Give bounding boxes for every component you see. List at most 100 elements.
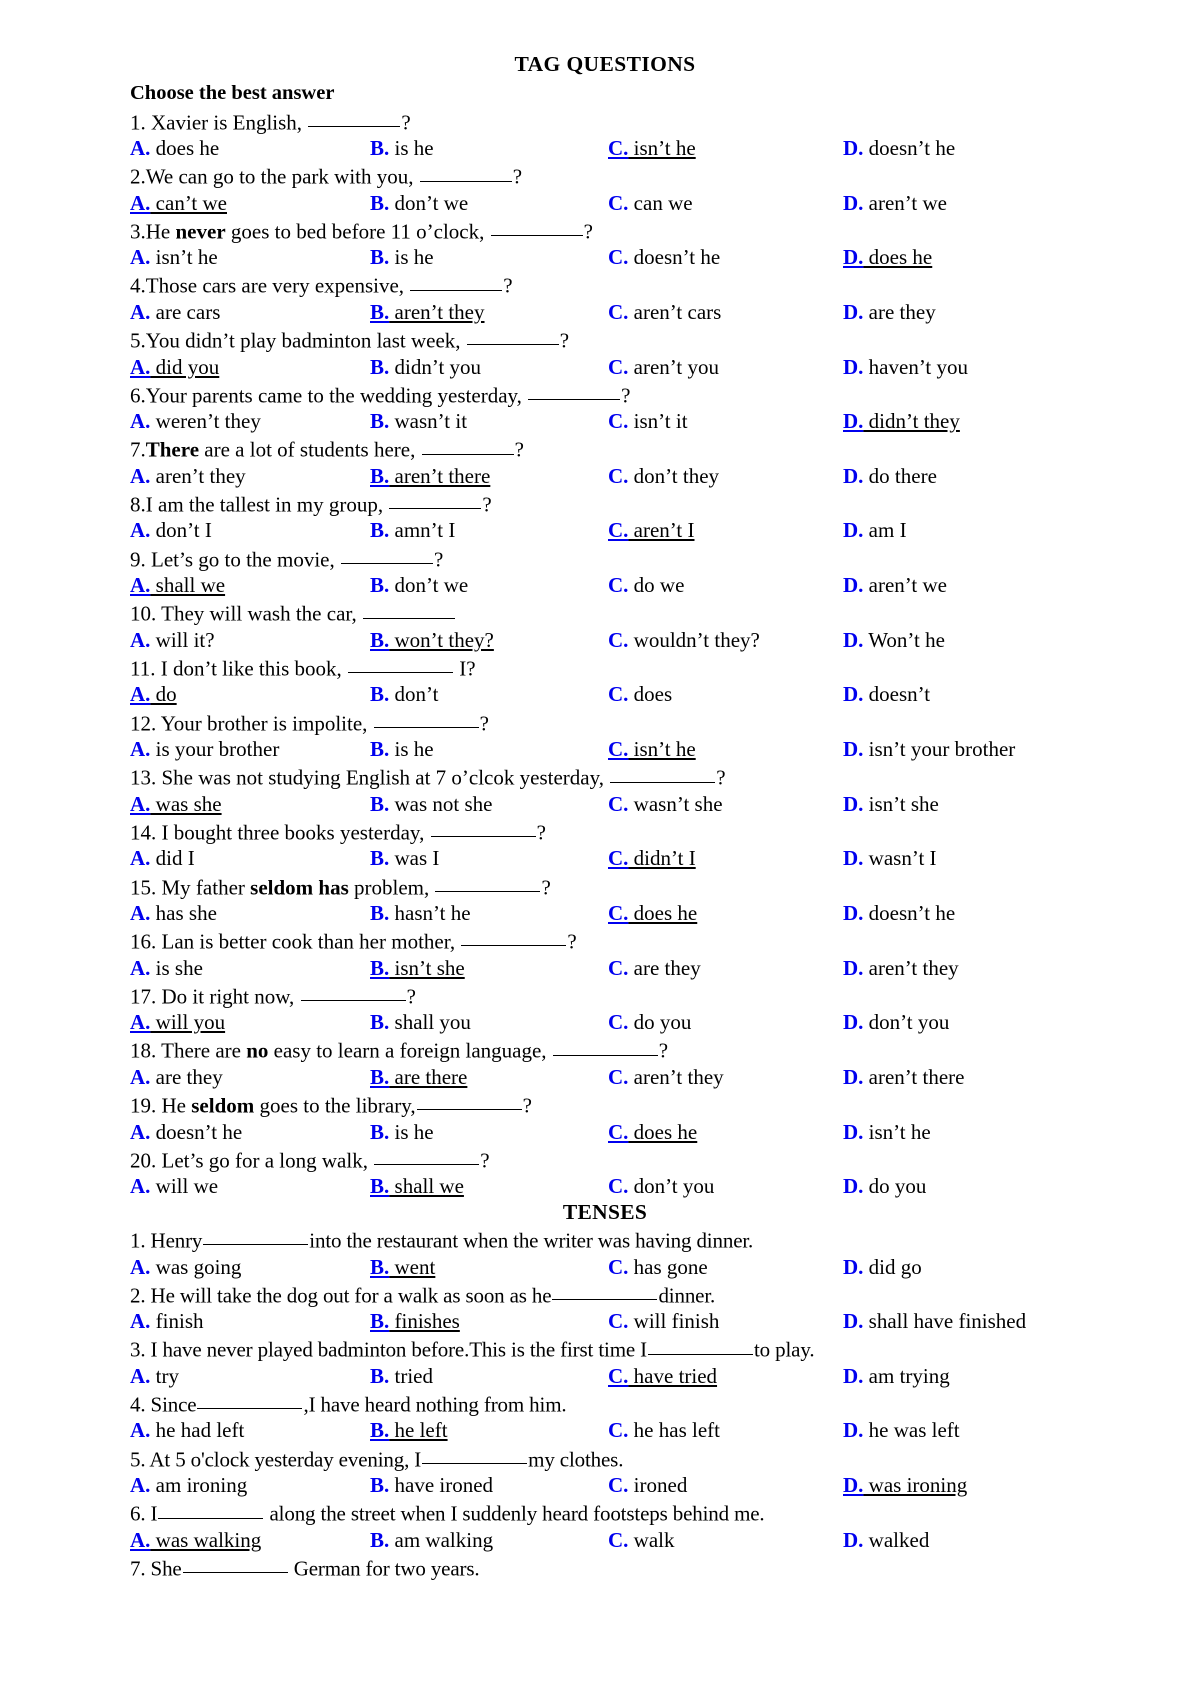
- option-d[interactable]: D. he was left: [843, 1417, 960, 1443]
- option-c[interactable]: C. ironed: [608, 1472, 687, 1498]
- option-c[interactable]: C. walk: [608, 1527, 675, 1553]
- option-b[interactable]: B. wasn’t it: [370, 408, 467, 434]
- option-b[interactable]: B. he left: [370, 1417, 448, 1443]
- option-b[interactable]: B. shall we: [370, 1173, 464, 1199]
- option-a[interactable]: A. does he: [130, 135, 219, 161]
- answer-blank[interactable]: [416, 1090, 522, 1111]
- option-b[interactable]: B. was not she: [370, 791, 493, 817]
- option-c[interactable]: C. do you: [608, 1009, 691, 1035]
- answer-blank[interactable]: [300, 981, 406, 1002]
- option-d[interactable]: D. does he: [843, 244, 932, 270]
- option-a[interactable]: A. isn’t he: [130, 244, 218, 270]
- option-a[interactable]: A. was walking: [130, 1527, 261, 1553]
- answer-blank[interactable]: [466, 325, 559, 346]
- option-d[interactable]: D. aren’t they: [843, 955, 959, 981]
- answer-blank[interactable]: [373, 708, 479, 728]
- option-d[interactable]: D. isn’t your brother: [843, 736, 1015, 762]
- option-d[interactable]: D. aren’t we: [843, 572, 947, 598]
- answer-blank[interactable]: [422, 1444, 528, 1464]
- option-c[interactable]: C. wasn’t she: [608, 791, 723, 817]
- answer-blank[interactable]: [435, 872, 541, 892]
- option-a[interactable]: A. doesn’t he: [130, 1119, 242, 1145]
- answer-blank[interactable]: [308, 107, 401, 127]
- option-b[interactable]: B. amn’t I: [370, 517, 455, 543]
- option-b[interactable]: B. aren’t there: [370, 463, 490, 489]
- option-b[interactable]: B. won’t they?: [370, 627, 494, 653]
- option-b[interactable]: B. don’t we: [370, 572, 468, 598]
- option-b[interactable]: B. tried: [370, 1363, 433, 1389]
- option-b[interactable]: B. have ironed: [370, 1472, 493, 1498]
- option-a[interactable]: A. he had left: [130, 1417, 244, 1443]
- option-a[interactable]: A. do: [130, 681, 177, 707]
- answer-blank[interactable]: [490, 216, 583, 237]
- option-a[interactable]: A. finish: [130, 1308, 204, 1334]
- option-b[interactable]: B. am walking: [370, 1527, 493, 1553]
- option-d[interactable]: D. do there: [843, 463, 937, 489]
- option-b[interactable]: B. is he: [370, 135, 434, 161]
- option-b[interactable]: B. don’t: [370, 681, 438, 707]
- option-a[interactable]: A. is your brother: [130, 736, 279, 762]
- option-b[interactable]: B. isn’t she: [370, 955, 465, 981]
- option-c[interactable]: C. didn’t I: [608, 845, 696, 871]
- option-c[interactable]: C. are they: [608, 955, 701, 981]
- option-b[interactable]: B. didn’t you: [370, 354, 481, 380]
- option-a[interactable]: A. did I: [130, 845, 195, 871]
- option-a[interactable]: A. did you: [130, 354, 219, 380]
- option-b[interactable]: B. is he: [370, 736, 434, 762]
- option-d[interactable]: D. Won’t he: [843, 627, 945, 653]
- option-c[interactable]: C. do we: [608, 572, 684, 598]
- option-c[interactable]: C. has gone: [608, 1254, 708, 1280]
- option-d[interactable]: D. wasn’t I: [843, 845, 937, 871]
- option-c[interactable]: C. isn’t he: [608, 736, 696, 762]
- option-a[interactable]: A. will we: [130, 1173, 218, 1199]
- option-d[interactable]: D. doesn’t he: [843, 900, 955, 926]
- option-a[interactable]: A. is she: [130, 955, 203, 981]
- answer-blank[interactable]: [197, 1389, 303, 1410]
- option-c[interactable]: C. can we: [608, 190, 693, 216]
- option-d[interactable]: D. didn’t they: [843, 408, 960, 434]
- option-b[interactable]: B. aren’t they: [370, 299, 485, 325]
- option-a[interactable]: A. don’t I: [130, 517, 212, 543]
- option-c[interactable]: C. have tried: [608, 1363, 717, 1389]
- option-c[interactable]: C. don’t they: [608, 463, 719, 489]
- option-b[interactable]: B. is he: [370, 244, 434, 270]
- option-b[interactable]: B. don’t we: [370, 190, 468, 216]
- option-a[interactable]: A. can’t we: [130, 190, 227, 216]
- option-c[interactable]: C. aren’t they: [608, 1064, 724, 1090]
- option-c[interactable]: C. he has left: [608, 1417, 720, 1443]
- answer-blank[interactable]: [419, 161, 512, 182]
- option-b[interactable]: B. went: [370, 1254, 435, 1280]
- answer-blank[interactable]: [421, 434, 514, 455]
- option-d[interactable]: D. isn’t he: [843, 1119, 931, 1145]
- option-d[interactable]: D. doesn’t: [843, 681, 930, 707]
- option-a[interactable]: A. shall we: [130, 572, 225, 598]
- answer-blank[interactable]: [158, 1498, 264, 1519]
- option-c[interactable]: C. wouldn’t they?: [608, 627, 760, 653]
- option-c[interactable]: C. doesn’t he: [608, 244, 720, 270]
- option-b[interactable]: B. hasn’t he: [370, 900, 471, 926]
- option-a[interactable]: A. am ironing: [130, 1472, 247, 1498]
- option-a[interactable]: A. was going: [130, 1254, 241, 1280]
- answer-blank[interactable]: [340, 544, 433, 564]
- option-d[interactable]: D. doesn’t he: [843, 135, 955, 161]
- answer-blank[interactable]: [610, 762, 716, 783]
- answer-blank[interactable]: [410, 270, 503, 291]
- option-d[interactable]: D. walked: [843, 1527, 929, 1553]
- answer-blank[interactable]: [528, 380, 621, 401]
- option-d[interactable]: D. was ironing: [843, 1472, 967, 1498]
- option-a[interactable]: A. weren’t they: [130, 408, 261, 434]
- option-a[interactable]: A. are they: [130, 1064, 223, 1090]
- option-c[interactable]: C. isn’t he: [608, 135, 696, 161]
- answer-blank[interactable]: [348, 653, 454, 674]
- option-a[interactable]: A. will you: [130, 1009, 225, 1035]
- answer-blank[interactable]: [374, 1145, 480, 1166]
- option-b[interactable]: B. is he: [370, 1119, 434, 1145]
- option-c[interactable]: C. isn’t it: [608, 408, 688, 434]
- answer-blank[interactable]: [430, 817, 536, 838]
- option-d[interactable]: D. don’t you: [843, 1009, 949, 1035]
- option-a[interactable]: A. will it?: [130, 627, 215, 653]
- answer-blank[interactable]: [552, 1035, 658, 1056]
- option-b[interactable]: B. was I: [370, 845, 439, 871]
- option-d[interactable]: D. haven’t you: [843, 354, 968, 380]
- option-c[interactable]: C. aren’t I: [608, 517, 695, 543]
